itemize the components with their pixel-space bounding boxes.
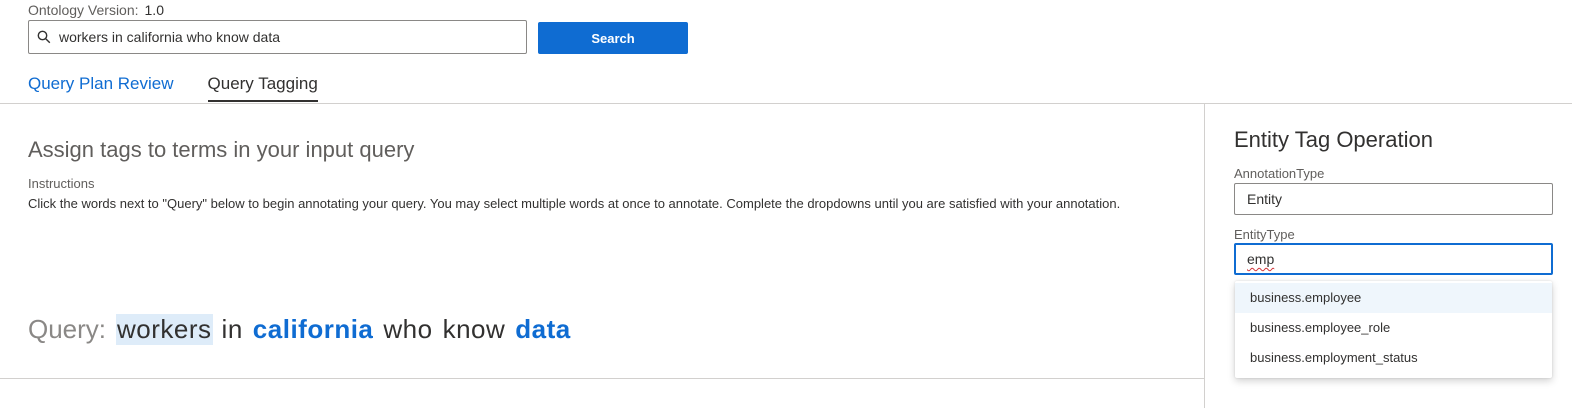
divider-vertical xyxy=(1204,104,1205,408)
ontology-version-value: 1.0 xyxy=(144,2,164,18)
divider-bottom xyxy=(0,378,1204,379)
tab-query-tagging[interactable]: Query Tagging xyxy=(207,70,319,102)
page-title: Assign tags to terms in your input query xyxy=(28,137,415,162)
entity-type-dropdown: business.employee business.employee_role… xyxy=(1235,281,1552,378)
query-label: Query: xyxy=(28,314,107,344)
dropdown-option-employee-role[interactable]: business.employee_role xyxy=(1235,313,1552,343)
annotation-type-field[interactable]: Entity xyxy=(1234,183,1553,215)
query-word-who[interactable]: who xyxy=(382,314,433,345)
query-word-know[interactable]: know xyxy=(442,314,507,345)
query-word-workers[interactable]: workers xyxy=(116,314,213,345)
query-word-in[interactable]: in xyxy=(221,314,244,345)
search-box[interactable] xyxy=(28,20,527,54)
annotation-type-value: Entity xyxy=(1247,191,1283,207)
tab-query-plan-review[interactable]: Query Plan Review xyxy=(28,70,174,102)
dropdown-option-employment-status[interactable]: business.employment_status xyxy=(1235,343,1552,373)
panel-title: Entity Tag Operation xyxy=(1234,127,1433,152)
instructions-label: Instructions xyxy=(28,176,95,191)
query-line: Query: workers in california who know da… xyxy=(28,314,580,345)
instructions-text: Click the words next to "Query" below to… xyxy=(28,196,1121,211)
entity-type-value: emp xyxy=(1247,251,1275,267)
search-input[interactable] xyxy=(59,22,519,52)
ontology-version: Ontology Version: 1.0 xyxy=(28,2,164,18)
query-word-california[interactable]: california xyxy=(252,314,375,345)
query-word-data[interactable]: data xyxy=(514,314,571,345)
tab-bar: Query Plan Review Query Tagging xyxy=(28,70,352,102)
search-icon xyxy=(29,21,59,53)
entity-type-input[interactable]: emp xyxy=(1234,243,1553,275)
entity-type-label: EntityType xyxy=(1234,227,1295,242)
annotation-type-label: AnnotationType xyxy=(1234,166,1325,181)
divider-top xyxy=(0,103,1572,104)
dropdown-option-employee[interactable]: business.employee xyxy=(1235,283,1552,313)
ontology-version-label: Ontology Version: xyxy=(28,2,139,18)
search-button[interactable]: Search xyxy=(538,22,688,54)
